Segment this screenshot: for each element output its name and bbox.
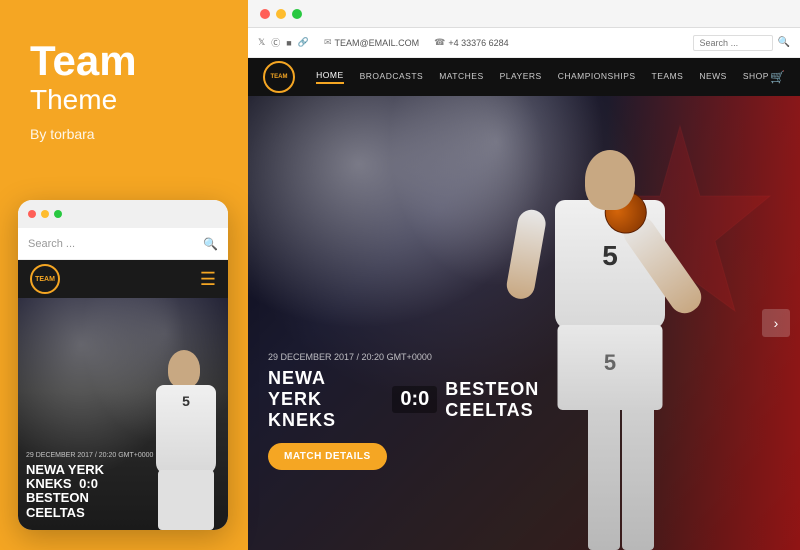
player-shorts-desktop: 5 [558, 325, 663, 410]
mobile-topbar [18, 200, 228, 228]
player-shorts-number: 5 [558, 325, 663, 376]
player-head [585, 150, 635, 210]
email-icon: ✉ [324, 37, 332, 48]
hero-next-arrow[interactable]: › [762, 309, 790, 337]
match-team-away: BESTEON CEELTAS [445, 379, 560, 421]
mobile-team-away2: CEELTAS [26, 505, 85, 520]
mobile-team-home: NEWA YERK [26, 462, 104, 477]
mobile-player-head [168, 350, 200, 388]
nav-item-broadcasts[interactable]: BROADCASTS [360, 71, 424, 83]
match-score: 0:0 [392, 386, 437, 413]
mobile-score: 0:0 [79, 476, 98, 491]
desktop-info-bar: 𝕏 Ⓒ ■ 🔗 ✉ TEAM@EMAIL.COM ☎ +4 33376 6284… [248, 28, 800, 58]
desktop-search-input[interactable] [693, 35, 773, 51]
player-arm-left [505, 208, 548, 301]
mobile-dot-green [54, 210, 62, 218]
brand-title: Team [30, 40, 218, 82]
desktop-search-icon[interactable]: 🔍 [778, 37, 790, 48]
nav-item-matches[interactable]: MATCHES [439, 71, 483, 83]
social-icons: 𝕏 Ⓒ ■ 🔗 [258, 36, 309, 49]
player-leg-right [622, 405, 654, 550]
brand-subtitle: Theme [30, 84, 218, 116]
mobile-team-away1: BESTEON [26, 490, 89, 505]
email-info: ✉ TEAM@EMAIL.COM [324, 37, 419, 48]
mobile-hamburger-icon[interactable]: ☰ [200, 269, 216, 290]
match-title-row: NEWA YERK KNEKS 0:0 BESTEON CEELTAS [268, 368, 560, 431]
mobile-dot-yellow [41, 210, 49, 218]
nav-items: HOME BROADCASTS MATCHES PLAYERS CHAMPION… [315, 70, 770, 84]
mobile-mockup: Search ... 🔍 TEAM ☰ 5 29 DECEMBER 2017 /… [18, 200, 228, 530]
instagram-icon[interactable]: ■ [286, 38, 291, 48]
mobile-search-icon[interactable]: 🔍 [203, 237, 218, 251]
phone-icon: ☎ [434, 37, 445, 48]
mobile-search-placeholder: Search ... [28, 238, 203, 250]
nav-item-teams[interactable]: TEAMS [652, 71, 684, 83]
nav-logo: TEAM [263, 61, 295, 93]
cart-icon[interactable]: 🛒 [770, 70, 785, 84]
match-overlay: 29 DECEMBER 2017 / 20:20 GMT+0000 NEWA Y… [268, 352, 560, 470]
match-team-home: NEWA YERK KNEKS [268, 368, 384, 431]
desktop-topbar [248, 0, 800, 28]
twitter-icon[interactable]: 𝕏 [258, 37, 265, 48]
desktop-nav: TEAM HOME BROADCASTS MATCHES PLAYERS CHA… [248, 58, 800, 96]
nav-item-news[interactable]: NEWS [699, 71, 727, 83]
player-leg-left [588, 405, 620, 550]
nav-item-players[interactable]: PLAYERS [500, 71, 542, 83]
desktop-player-figure: 5 5 [500, 120, 720, 550]
desktop-dot-green [292, 9, 302, 19]
phone-info: ☎ +4 33376 6284 [434, 37, 509, 48]
nav-item-championships[interactable]: CHAMPIONSHIPS [558, 71, 636, 83]
desktop-dot-yellow [276, 9, 286, 19]
mobile-logo: TEAM [30, 264, 60, 294]
desktop-hero: 5 5 29 DECEMBER 2017 / 20:20 GMT+0000 NE… [248, 96, 800, 550]
mobile-match-info: 29 DECEMBER 2017 / 20:20 GMT+0000 NEWA Y… [26, 452, 220, 520]
phone-text: +4 33376 6284 [448, 38, 508, 48]
nav-item-shop[interactable]: SHOP [743, 71, 769, 83]
match-date-text: 29 DECEMBER 2017 / 20:20 GMT+0000 [268, 352, 560, 362]
desktop-mockup: 𝕏 Ⓒ ■ 🔗 ✉ TEAM@EMAIL.COM ☎ +4 33376 6284… [248, 0, 800, 550]
brand-author: By torbara [30, 126, 218, 142]
nav-item-home[interactable]: HOME [316, 70, 344, 84]
mobile-team-kneks: KNEKS [26, 476, 72, 491]
mobile-nav: TEAM ☰ [18, 260, 228, 298]
desktop-search-area: 🔍 [693, 35, 790, 51]
mobile-match-title: NEWA YERK KNEKS 0:0 BESTEON CEELTAS [26, 463, 220, 520]
mobile-search-bar: Search ... 🔍 [18, 228, 228, 260]
mobile-match-date: 29 DECEMBER 2017 / 20:20 GMT+0000 [26, 452, 220, 459]
mobile-hero: 5 29 DECEMBER 2017 / 20:20 GMT+0000 NEWA… [18, 298, 228, 530]
mobile-dot-red [28, 210, 36, 218]
link-icon[interactable]: 🔗 [298, 37, 309, 48]
desktop-dot-red [260, 9, 270, 19]
match-details-button[interactable]: MATCH DETAILS [268, 443, 387, 470]
pinterest-icon[interactable]: Ⓒ [271, 36, 280, 49]
mobile-player-number: 5 [156, 385, 216, 409]
email-text: TEAM@EMAIL.COM [334, 38, 419, 48]
